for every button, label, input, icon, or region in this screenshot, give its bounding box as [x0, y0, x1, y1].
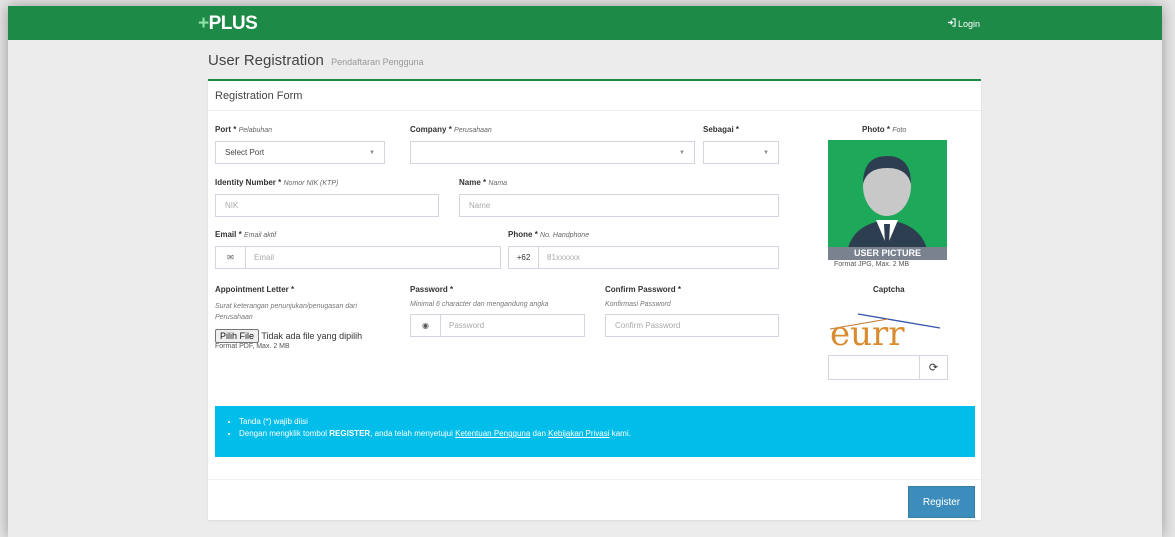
card-header: Registration Form: [208, 81, 981, 111]
appointment-label: Appointment Letter *: [215, 285, 295, 294]
terms-link[interactable]: Ketentuan Pengguna: [455, 429, 530, 438]
registration-card: Registration Form Port * Pelabuhan Selec…: [208, 79, 981, 520]
password-input[interactable]: ◉ Password: [410, 314, 585, 337]
refresh-captcha-button[interactable]: ⟳: [919, 355, 948, 380]
company-label: Company * Perusahaan: [410, 125, 492, 134]
captcha-input[interactable]: [828, 355, 920, 380]
login-label: Login: [957, 18, 980, 29]
login-link[interactable]: Login: [947, 18, 980, 29]
confirm-password-hint: Konfirmasi Password: [605, 301, 671, 308]
envelope-icon: ✉: [216, 247, 246, 268]
info-required-note: Tanda (*) wajib diisi: [239, 417, 951, 426]
password-hint: Minimal 6 character dan mengandung angka: [410, 301, 549, 308]
refresh-icon: ⟳: [928, 362, 939, 374]
page-subtitle: Pendaftaran Pengguna: [331, 57, 424, 67]
appointment-hint: Surat keterangan penunjukan/penugasan da…: [215, 303, 358, 321]
photo-format-hint: Format JPG, Max. 2 MB: [834, 261, 910, 268]
page-title: User Registration Pendaftaran Pengguna: [208, 52, 424, 69]
captcha-label: Captcha: [873, 285, 905, 294]
identity-input[interactable]: NIK: [215, 194, 439, 217]
privacy-link[interactable]: Kebijakan Privasi: [548, 429, 609, 438]
identity-label: Identity Number * Nomor NIK (KTP): [215, 178, 339, 187]
no-file-text: Tidak ada file yang dipilih: [261, 331, 363, 341]
chevron-down-icon: ▼: [369, 150, 375, 156]
password-label: Password *: [410, 285, 454, 294]
captcha-image: eurr: [828, 299, 947, 354]
phone-label: Phone * No. Handphone: [508, 230, 590, 239]
sebagai-label: Sebagai *: [703, 125, 740, 134]
user-silhouette-icon: [846, 156, 929, 260]
appointment-file-input[interactable]: Pilih File Tidak ada file yang dipilih: [215, 329, 362, 343]
eye-icon: ◉: [411, 315, 441, 336]
chevron-down-icon: ▼: [679, 150, 685, 156]
phone-prefix: +62: [509, 247, 539, 268]
svg-text:eurr: eurr: [830, 314, 905, 347]
photo-label: Photo * Foto: [862, 125, 907, 134]
phone-input[interactable]: +62 81xxxxxx: [508, 246, 779, 269]
navbar: +PLUS Login: [8, 6, 1162, 40]
page-title-text: User Registration: [208, 52, 324, 69]
appointment-format-hint: Format PDF, Max. 2 MB: [215, 343, 290, 350]
user-picture[interactable]: USER PICTURE: [828, 140, 947, 260]
email-label: Email * Email aktif: [215, 230, 277, 239]
sebagai-select[interactable]: ▼: [703, 141, 779, 164]
confirm-password-input[interactable]: Confirm Password: [605, 314, 779, 337]
app-logo[interactable]: +PLUS: [198, 13, 258, 35]
port-select[interactable]: Select Port ▼: [215, 141, 385, 164]
email-input[interactable]: ✉ Email: [215, 246, 501, 269]
browser-viewport: +PLUS Login User Registration Pendaftara…: [8, 6, 1162, 537]
info-agreement-note: Dengan mengklik tombol REGISTER, anda te…: [239, 429, 951, 438]
register-button[interactable]: Register: [908, 486, 975, 518]
name-input[interactable]: Name: [459, 194, 779, 217]
info-box: Tanda (*) wajib diisi Dengan mengklik to…: [215, 406, 975, 457]
sign-in-icon: [947, 18, 956, 29]
chevron-down-icon: ▼: [763, 150, 769, 156]
footer-divider: [208, 479, 981, 480]
user-picture-caption: USER PICTURE: [828, 247, 947, 260]
choose-file-button[interactable]: Pilih File: [215, 329, 260, 343]
port-label: Port * Pelabuhan: [215, 125, 273, 134]
company-select[interactable]: ▼: [410, 141, 695, 164]
confirm-password-label: Confirm Password *: [605, 285, 682, 294]
name-label: Name * Nama: [459, 178, 508, 187]
